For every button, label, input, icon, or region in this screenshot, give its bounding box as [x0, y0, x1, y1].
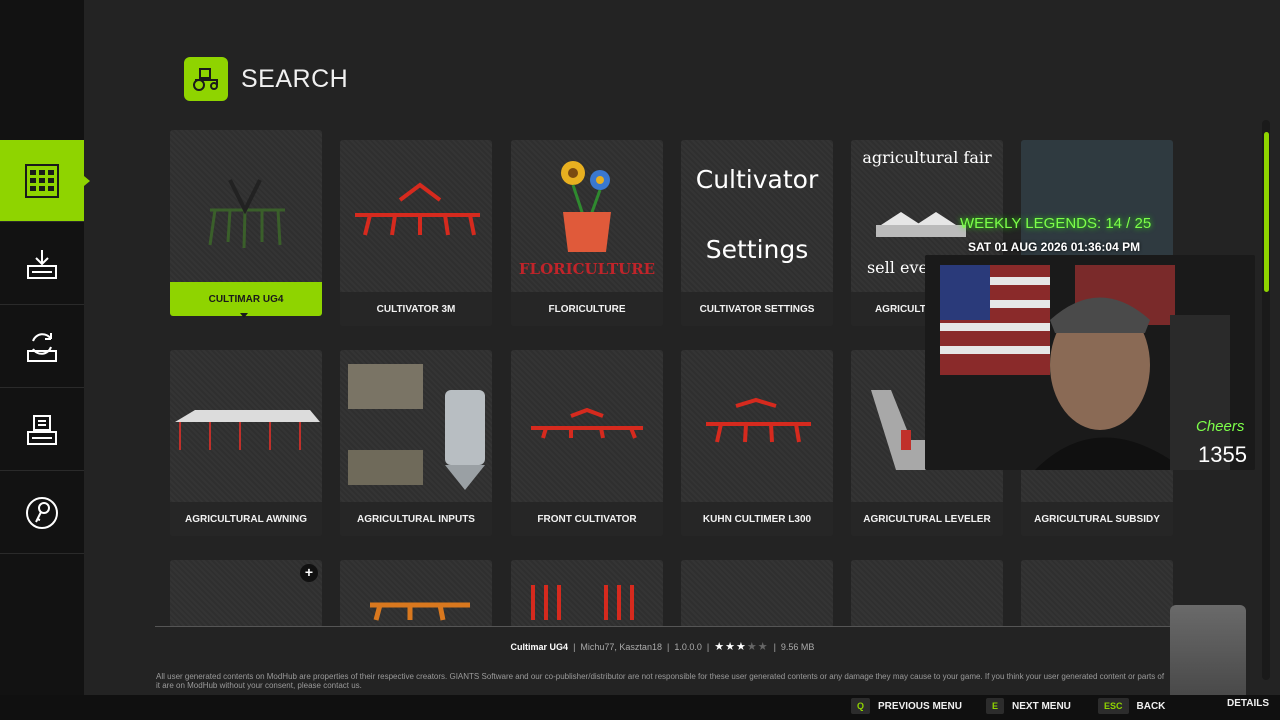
- mod-info-authors: Michu77, Kasztan18: [580, 641, 662, 652]
- sidebar-item-downloads[interactable]: [0, 223, 84, 305]
- mod-info-bar: Cultimar UG4 | Michu77, Kasztan18 | 1.0.…: [155, 640, 1170, 653]
- bottom-bar: [0, 695, 1280, 720]
- cheers-label: Cheers: [1196, 418, 1245, 435]
- mod-thumbnail: Cultivator Settings: [681, 140, 833, 292]
- overlay-date: SAT 01 AUG 2026 01:36:04 PM: [968, 240, 1141, 254]
- separator: |: [573, 641, 576, 652]
- mod-tile-row3-4[interactable]: [681, 560, 833, 626]
- hint-label: DETAILS: [1227, 698, 1270, 709]
- separator: |: [666, 641, 670, 652]
- mod-thumbnail: [851, 560, 1003, 626]
- mod-title: AGRICULTURAL LEVELER: [851, 502, 1003, 536]
- download-icon: [27, 249, 57, 279]
- mod-thumbnail: [511, 560, 663, 626]
- mod-tile-agricultural-awning[interactable]: AGRICULTURAL AWNING: [170, 350, 322, 536]
- page-header: SEARCH: [184, 57, 348, 101]
- hint-next-menu[interactable]: E NEXT MENU: [986, 698, 1071, 714]
- mod-thumbnail: [170, 350, 322, 502]
- update-icon: [27, 332, 57, 362]
- mod-title: AGRICULTURAL SUBSIDY: [1021, 502, 1173, 536]
- mod-title: FRONT CULTIVATOR: [511, 502, 663, 536]
- hint-details[interactable]: DETAILS: [1227, 698, 1269, 709]
- mod-thumbnail: FLORICULTURE: [511, 140, 663, 292]
- mod-tile-cultivator-3m[interactable]: CULTIVATOR 3M: [340, 140, 492, 326]
- key-esc: ESC: [1098, 698, 1129, 714]
- hint-label: BACK: [1136, 700, 1166, 712]
- star-icon: ★: [725, 641, 736, 653]
- thumbnail-text: Settings: [705, 235, 809, 264]
- mod-title: AGRICULTURAL AWNING: [170, 502, 322, 536]
- selection-arrow-icon: [240, 313, 248, 318]
- installed-icon: [27, 414, 57, 445]
- mod-tile-front-cultivator[interactable]: FRONT CULTIVATOR: [511, 350, 663, 536]
- mod-tile-floriculture[interactable]: FLORICULTURE FLORICULTURE: [511, 140, 663, 326]
- sidebar-item-updates[interactable]: [0, 306, 84, 388]
- grid-icon: [25, 163, 59, 198]
- mod-thumbnail: [170, 130, 322, 282]
- hint-back[interactable]: ESC BACK: [1098, 698, 1165, 714]
- star-icon: ★: [714, 641, 726, 653]
- sidebar: [0, 0, 90, 695]
- star-icon: ★: [757, 641, 769, 653]
- webcam-overlay: [925, 255, 1255, 470]
- mod-title: CULTIMAR UG4: [170, 282, 322, 316]
- mod-thumbnail: [681, 560, 833, 626]
- mod-title: CULTIVATOR SETTINGS: [681, 292, 833, 326]
- hint-previous-menu[interactable]: Q PREVIOUS MENU: [851, 698, 962, 714]
- separator: |: [706, 641, 710, 652]
- mod-title: AGRICULTURAL INPUTS: [340, 502, 492, 536]
- mod-tile-agricultural-inputs[interactable]: AGRICULTURAL INPUTS: [340, 350, 492, 536]
- hint-label: NEXT MENU: [1012, 700, 1071, 712]
- mod-info-name: Cultimar UG4: [510, 641, 569, 652]
- divider: [155, 626, 1170, 627]
- weekly-legends-text: WEEKLY LEGENDS: 14 / 25: [960, 215, 1152, 232]
- mod-tile-row3-2[interactable]: [340, 560, 492, 626]
- mod-title: CULTIVATOR 3M: [340, 292, 492, 326]
- mod-thumbnail: [1021, 560, 1173, 626]
- cheers-count: 1355: [1198, 442, 1247, 467]
- mod-thumbnail: [511, 350, 663, 502]
- sidebar-item-installed[interactable]: [0, 389, 84, 471]
- mod-tile-kuhn-cultimer-l300[interactable]: KUHN CULTIMER L300: [681, 350, 833, 536]
- disclaimer-text: All user generated contents on ModHub ar…: [156, 672, 1165, 690]
- mod-tile-row3-6[interactable]: [1021, 560, 1173, 626]
- star-icon: ★: [735, 641, 747, 653]
- mod-thumbnail: [340, 140, 492, 292]
- mod-thumbnail: [340, 560, 492, 626]
- page-title: SEARCH: [241, 64, 349, 93]
- rating-stars: ★★★★★: [714, 640, 768, 653]
- sidebar-item-browse[interactable]: [0, 140, 90, 222]
- sidebar-item-unlock[interactable]: [0, 472, 84, 554]
- key-q: Q: [851, 698, 871, 714]
- mod-info-version: 1.0.0.0: [674, 641, 702, 652]
- thumbnail-text: FLORICULTURE: [518, 260, 656, 278]
- mod-tile-row3-1[interactable]: +: [170, 560, 322, 626]
- mod-tile-row3-3[interactable]: [511, 560, 663, 626]
- modhub-screen: SEARCH CULTIMAR UG4 CULTIVATOR 3M FLORIC…: [0, 0, 1280, 720]
- tractor-icon: [184, 57, 228, 101]
- key-e: E: [986, 698, 1005, 714]
- mod-title: KUHN CULTIMER L300: [681, 502, 833, 536]
- mod-tile-row3-5[interactable]: [851, 560, 1003, 626]
- mod-thumbnail: [340, 350, 492, 502]
- key-icon: [26, 496, 58, 529]
- star-icon: ★: [746, 641, 758, 653]
- hint-label: PREVIOUS MENU: [878, 700, 962, 712]
- separator: |: [773, 641, 776, 652]
- add-badge: +: [300, 564, 318, 582]
- mod-info-size: 9.56 MB: [780, 641, 815, 652]
- mod-tile-cultimar-ug4[interactable]: CULTIMAR UG4: [170, 130, 322, 316]
- mod-title: FLORICULTURE: [511, 292, 663, 326]
- mod-tile-cultivator-settings[interactable]: Cultivator Settings CULTIVATOR SETTINGS: [681, 140, 833, 326]
- scrollbar-thumb[interactable]: [1264, 132, 1269, 292]
- mod-thumbnail: +: [170, 560, 322, 626]
- thumbnail-text: Cultivator: [695, 165, 819, 194]
- mod-thumbnail: [681, 350, 833, 502]
